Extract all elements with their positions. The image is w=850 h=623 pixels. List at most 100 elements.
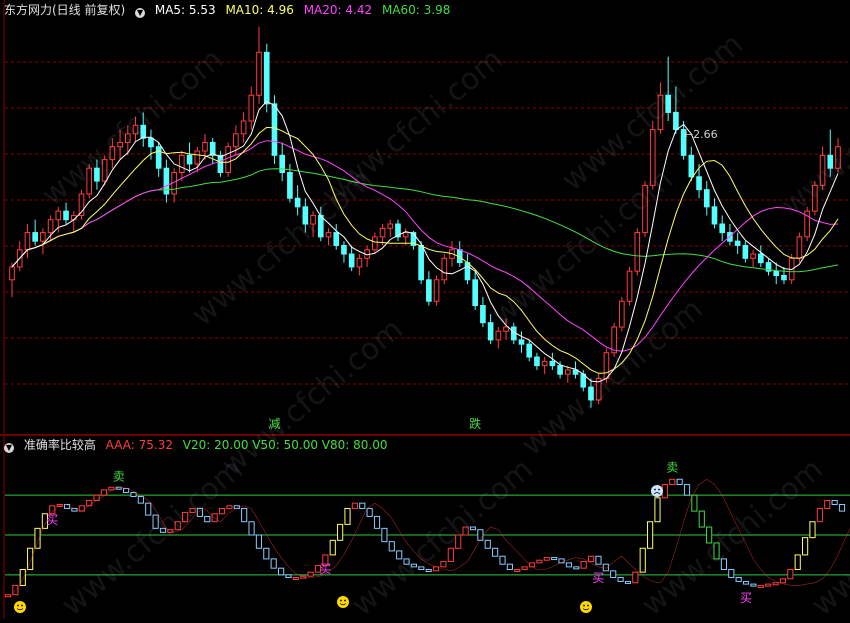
- stock-title: 东方网力(日线 前复权): [4, 3, 126, 17]
- candle-body: [341, 244, 347, 255]
- aaa-bar: [396, 550, 403, 560]
- aaa-bar: [587, 555, 595, 563]
- smiley-icon: [580, 601, 592, 613]
- signal-label: 跌: [469, 416, 481, 431]
- candle-body: [55, 210, 62, 221]
- aaa-bar: [241, 507, 248, 523]
- candle-body: [642, 184, 648, 234]
- aaa-bar: [174, 521, 181, 531]
- aaa-bar: [484, 539, 491, 549]
- candle-body: [124, 133, 131, 143]
- frown-eye: [658, 488, 660, 491]
- aaa-bar: [713, 542, 720, 560]
- candle-body: [603, 352, 610, 379]
- sell-marker: 卖: [666, 460, 678, 474]
- aaa-bar: [418, 566, 425, 571]
- aaa-bar: [573, 566, 580, 570]
- candle-body: [179, 154, 185, 173]
- candle-body: [734, 240, 741, 246]
- ma5-legend: MA5: 5.53: [154, 3, 216, 17]
- aaa-bar: [521, 566, 528, 571]
- candle-body: [233, 133, 239, 148]
- candle-body: [24, 232, 31, 251]
- candle-body: [518, 339, 525, 345]
- aaa-bar: [809, 521, 816, 539]
- aaa-bar: [765, 583, 772, 587]
- candle-body: [781, 275, 787, 281]
- candle-body: [9, 266, 15, 281]
- aaa-bar: [735, 576, 742, 582]
- candle-body: [549, 360, 556, 367]
- candle-body: [426, 279, 432, 302]
- candle-body: [294, 197, 301, 208]
- aaa-bar: [536, 559, 543, 564]
- aaa-bar: [824, 499, 831, 509]
- candle-body: [673, 111, 679, 131]
- candle-body: [155, 146, 162, 169]
- smiley-eye: [344, 599, 346, 602]
- candle-body: [94, 167, 100, 182]
- frown-eye: [654, 488, 656, 491]
- candle-body: [812, 184, 818, 212]
- dropdown-icon[interactable]: ▼: [135, 8, 146, 18]
- aaa-bar: [381, 527, 388, 543]
- ma5-line: [11, 100, 839, 383]
- candle-body: [541, 360, 548, 367]
- aaa-bar: [647, 521, 654, 549]
- stock-chart[interactable]: ←2.66减 跌卖买买卖买买: [0, 0, 850, 619]
- aaa-bar: [654, 497, 661, 523]
- candle-body: [356, 257, 363, 268]
- aaa-bar: [632, 571, 639, 584]
- candle-body: [47, 219, 54, 234]
- aaa-bar: [816, 507, 823, 523]
- candle-body: [441, 257, 448, 281]
- aaa-bar: [4, 594, 12, 598]
- signal-label: 减: [268, 417, 280, 431]
- candle-body: [665, 94, 671, 113]
- candle-body: [287, 172, 293, 199]
- aaa-bar: [388, 541, 395, 552]
- aaa-bar: [661, 484, 668, 499]
- levels-legend: V20: 20.00 V50: 50.00 V80: 80.00: [182, 438, 388, 452]
- aaa-bar: [292, 576, 299, 580]
- candle-body: [495, 330, 502, 341]
- aaa-bar: [772, 582, 779, 586]
- dropdown-icon[interactable]: ▼: [4, 443, 14, 453]
- candle-body: [464, 262, 471, 281]
- aaa-bar: [720, 558, 727, 571]
- candle-body: [217, 154, 224, 173]
- aaa-bar: [373, 515, 381, 529]
- buy-marker: 买: [592, 571, 604, 585]
- sub-chart-header: ▼ 准确率比较高 AAA: 75.32 V20: 20.00 V50: 50.0…: [4, 437, 394, 453]
- aaa-bar: [455, 534, 462, 549]
- candle-body: [132, 124, 139, 135]
- aaa-bar: [469, 526, 477, 531]
- smiley-icon: [337, 596, 349, 608]
- candle-body: [418, 244, 424, 281]
- candle-body: [433, 279, 440, 302]
- candle-body: [634, 232, 641, 272]
- aaa-bar: [196, 507, 203, 517]
- aaa-bar: [757, 584, 764, 588]
- candle-body: [379, 227, 386, 238]
- aaa-bar: [329, 539, 336, 556]
- aaa-bar: [359, 502, 366, 509]
- aaa-bar: [610, 570, 617, 578]
- aaa-bar: [218, 507, 226, 515]
- aaa-bar: [277, 567, 285, 576]
- aaa-bar: [492, 547, 499, 557]
- aaa-bar: [410, 563, 418, 568]
- candle-body: [703, 189, 710, 208]
- aaa-bar: [182, 511, 189, 523]
- candle-body: [263, 51, 270, 105]
- candle-body: [348, 253, 355, 268]
- ma10-legend: MA10: 4.96: [225, 3, 294, 17]
- candle-body: [487, 322, 494, 341]
- aaa-bar: [152, 514, 159, 529]
- aaa-bar: [779, 578, 787, 584]
- aaa-bar: [145, 502, 152, 516]
- aaa-bar: [787, 569, 794, 580]
- candle-body: [86, 167, 93, 195]
- aaa-bar: [462, 526, 469, 536]
- candle-body: [225, 146, 231, 173]
